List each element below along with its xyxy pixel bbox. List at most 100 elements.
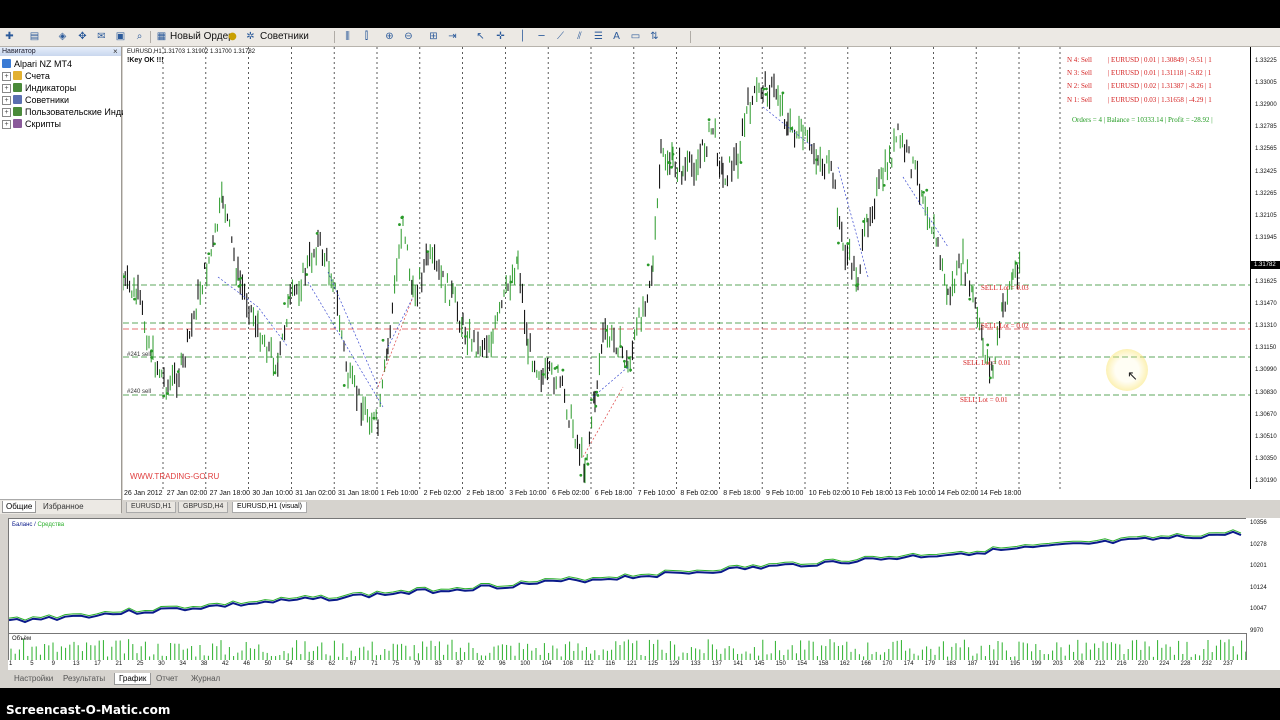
- accounts-icon: [13, 71, 22, 80]
- bar-chart-icon[interactable]: ⫼: [341, 30, 354, 43]
- time-tick-label: 8 Feb 18:00: [723, 490, 761, 497]
- scripts-icon: [13, 119, 22, 128]
- navigator-item-custom-indicators[interactable]: + Пользовательские Инди: [2, 106, 126, 118]
- crosshair-icon[interactable]: ✛: [494, 30, 507, 43]
- tab-eurusd-visual[interactable]: EURUSD,H1 (visual): [232, 502, 307, 513]
- price-scale[interactable]: 1.31782 1.33225 1.33005 1.32900 1.32785 1.32…: [1250, 47, 1280, 489]
- candles-icon[interactable]: ⫿: [360, 30, 373, 43]
- order-marker: [239, 276, 243, 280]
- balance-tick-label: 10047: [1250, 606, 1267, 612]
- order-marker: [666, 161, 670, 164]
- sell-level-1: SELL Lot = 0.03: [981, 284, 1029, 292]
- autoscroll-icon[interactable]: ⇥: [446, 30, 459, 43]
- time-axis: 26 Jan 2012 27 Jan 02:00 27 Jan 18:00 30 Ja…: [123, 489, 1280, 500]
- current-price-label: 1.31782: [1251, 261, 1280, 269]
- close-icon[interactable]: ×: [113, 47, 118, 56]
- horizontal-line-icon[interactable]: ─: [535, 30, 548, 43]
- channel-icon[interactable]: ⫽: [573, 30, 586, 43]
- tab-settings[interactable]: Настройки: [10, 673, 57, 684]
- tab-graph[interactable]: График: [114, 673, 152, 685]
- order-marker: [463, 335, 467, 338]
- price-tick-label: 1.30830: [1255, 389, 1277, 396]
- balance-scale: 10356 10278 10201 10124 10047 9970: [1246, 518, 1280, 660]
- order-marker: [856, 283, 860, 286]
- tester-tick-label: 46: [243, 661, 250, 667]
- time-tick-label: 14 Feb 02:00: [937, 490, 979, 497]
- new-order-button[interactable]: Новый Ордер: [170, 31, 234, 42]
- arrows-icon[interactable]: ⇅: [648, 30, 661, 43]
- data-window-icon[interactable]: ✥: [76, 30, 89, 43]
- tile-windows-icon[interactable]: ⊞: [427, 30, 440, 43]
- label-icon[interactable]: ▭: [629, 30, 642, 43]
- price-tick-label: 1.30350: [1255, 455, 1277, 462]
- order-marker: [595, 390, 599, 394]
- order-marker: [623, 359, 626, 363]
- tab-eurusd-h1[interactable]: EURUSD,H1: [126, 502, 177, 513]
- navigator-icon[interactable]: ✉: [95, 30, 108, 43]
- tab-results[interactable]: Результаты: [59, 673, 109, 684]
- order-marker: [287, 296, 291, 300]
- order-marker: [922, 190, 925, 194]
- tab-common[interactable]: Общие: [2, 501, 37, 513]
- zoom-out-icon[interactable]: ⊖: [402, 30, 415, 43]
- volume-chart-canvas: [10, 639, 1246, 660]
- vertical-line-icon[interactable]: │: [516, 30, 529, 43]
- zoom-in-icon[interactable]: ⊕: [383, 30, 396, 43]
- order-marker: [986, 343, 990, 347]
- tester-tick-label: 116: [605, 661, 615, 667]
- tester-tick-label: 237: [1223, 661, 1234, 667]
- price-chart[interactable]: EURUSD,H1 1.31703 1.31902 1.31700 1.3178…: [123, 47, 1250, 489]
- order-marker: [509, 280, 513, 284]
- tester-tick-label: 145: [754, 661, 765, 667]
- balance-tick-label: 10278: [1250, 541, 1267, 548]
- metaeditor-icon[interactable]: ●: [226, 30, 239, 43]
- profiles-icon[interactable]: ▤: [28, 30, 41, 43]
- order-marker: [561, 368, 565, 372]
- sell-level-4: SELL Lot = 0.01: [960, 396, 1008, 404]
- tab-journal[interactable]: Журнал: [187, 673, 224, 684]
- navigator-root[interactable]: Alpari NZ MT4: [2, 58, 72, 70]
- tester-tick-label: 121: [626, 661, 637, 667]
- order-marker: [670, 165, 673, 169]
- trendline-icon[interactable]: ⟋: [554, 30, 567, 43]
- terminal-icon[interactable]: ▣: [114, 30, 127, 43]
- navigator-item-indicators[interactable]: + Индикаторы: [2, 82, 76, 94]
- cursor-icon[interactable]: ↖: [474, 30, 487, 43]
- tester-tick-label: 38: [200, 661, 208, 667]
- order-marker: [627, 356, 631, 360]
- new-chart-icon[interactable]: ✚: [3, 30, 16, 43]
- order-marker: [671, 152, 675, 156]
- order-marker: [315, 231, 319, 235]
- trade-path: [307, 281, 384, 408]
- tester-tick-label: 170: [882, 661, 893, 667]
- tester-tick-label: 133: [690, 661, 701, 667]
- tester-tick-label: 150: [775, 661, 786, 667]
- navigator-item-experts[interactable]: + Советники: [2, 94, 69, 106]
- tester-tick-label: 195: [1010, 661, 1021, 667]
- tab-report[interactable]: Отчет: [152, 673, 182, 684]
- text-icon[interactable]: A: [610, 30, 623, 43]
- navigator-item-accounts[interactable]: + Счета: [2, 70, 50, 82]
- time-tick-label: 9 Feb 10:00: [766, 490, 804, 497]
- trade-path: [592, 366, 629, 398]
- balance-line: [9, 530, 1242, 624]
- chart-tabs: EURUSD,H1 GBPUSD,H4 EURUSD,H1 (visual): [123, 501, 1280, 513]
- price-tick-label: 1.30510: [1255, 433, 1277, 440]
- order-marker: [133, 297, 136, 301]
- time-tick-label: 1 Feb 10:00: [380, 490, 419, 497]
- order-line-1: N 1: Sell | EURUSD | 0.03 | 1.31658 | -4.…: [1067, 96, 1212, 104]
- fibonacci-icon[interactable]: ☰: [592, 30, 605, 43]
- tab-gbpusd-h4[interactable]: GBPUSD,H4: [178, 502, 229, 513]
- order-marker: [619, 345, 623, 348]
- strategy-tester-icon[interactable]: ⌕: [133, 30, 146, 43]
- time-tick-label: 6 Feb 02:00: [552, 490, 590, 497]
- tab-favorites[interactable]: Избранное: [40, 501, 87, 512]
- price-tick-label: 1.30190: [1255, 477, 1277, 484]
- market-watch-icon[interactable]: ◈: [56, 30, 69, 43]
- experts-button[interactable]: Советники: [260, 31, 309, 42]
- new-order-icon[interactable]: ▦: [155, 30, 168, 43]
- balance-tick-label: 9970: [1250, 627, 1264, 634]
- experts-icon[interactable]: ✲: [244, 30, 257, 43]
- navigator-item-scripts[interactable]: + Скрипты: [2, 118, 61, 130]
- price-tick-label: 1.32265: [1255, 190, 1277, 197]
